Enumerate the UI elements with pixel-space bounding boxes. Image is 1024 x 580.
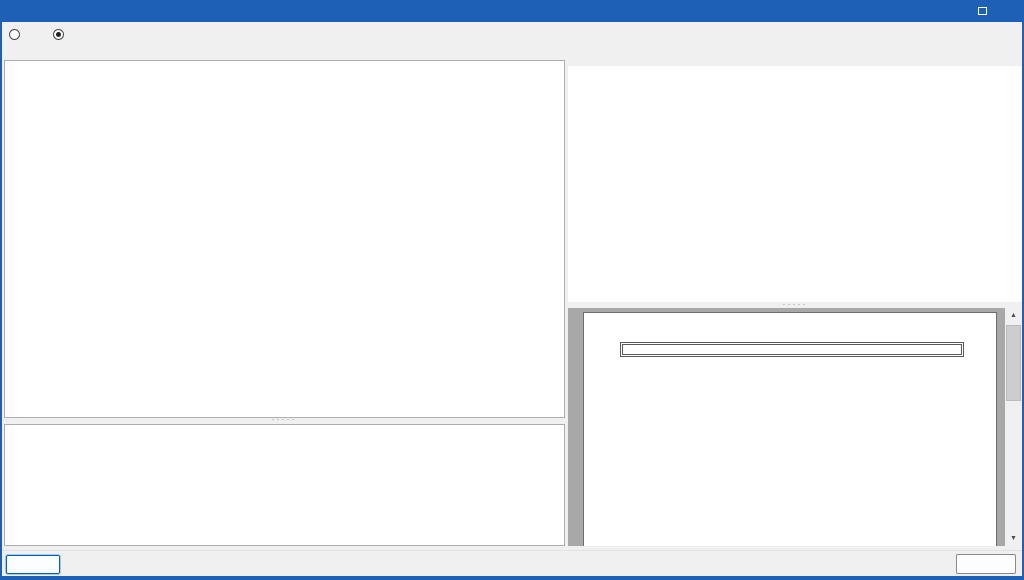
scrollbar-thumb[interactable] [1006,325,1021,401]
dialog-window: ····· ····· ▲ ▼ [0,0,1024,580]
close-button[interactable] [994,0,1022,22]
scroll-up-icon[interactable]: ▲ [1005,308,1022,323]
radio-library-generic-elements[interactable] [53,29,69,40]
preview-title-box [620,342,964,357]
photometric-curves-preview: ▲ ▼ [568,308,1022,546]
radio-icon-selected [53,29,64,40]
cancel-button[interactable] [956,554,1016,574]
photometric-solid-wireframe [568,66,1022,302]
scroll-down-icon[interactable]: ▼ [1005,531,1022,546]
detail-panel-empty [4,424,565,546]
radio-manufacturer-catalogues[interactable] [9,29,25,40]
left-horizontal-splitter[interactable]: ····· [254,416,314,423]
maximize-button[interactable] [968,0,996,22]
luminaire-table-panel [4,60,565,418]
preview-page [583,312,997,546]
maximize-icon [978,7,987,15]
titlebar [0,0,1024,22]
polar-plot-c0-c180 [628,377,784,534]
accept-button[interactable] [6,555,60,574]
library-mode-selector [2,22,1022,46]
window-border-left [0,22,2,576]
right-horizontal-splitter[interactable]: ····· [765,301,825,308]
radio-icon [9,29,20,40]
polar-plot-c90-c270 [798,377,954,534]
preview-scrollbar[interactable]: ▲ ▼ [1005,308,1022,546]
preview-title [622,344,962,355]
window-border-bottom [0,576,1024,580]
footer-bar [2,550,1022,576]
photometric-solid-viewport[interactable] [568,66,1022,302]
